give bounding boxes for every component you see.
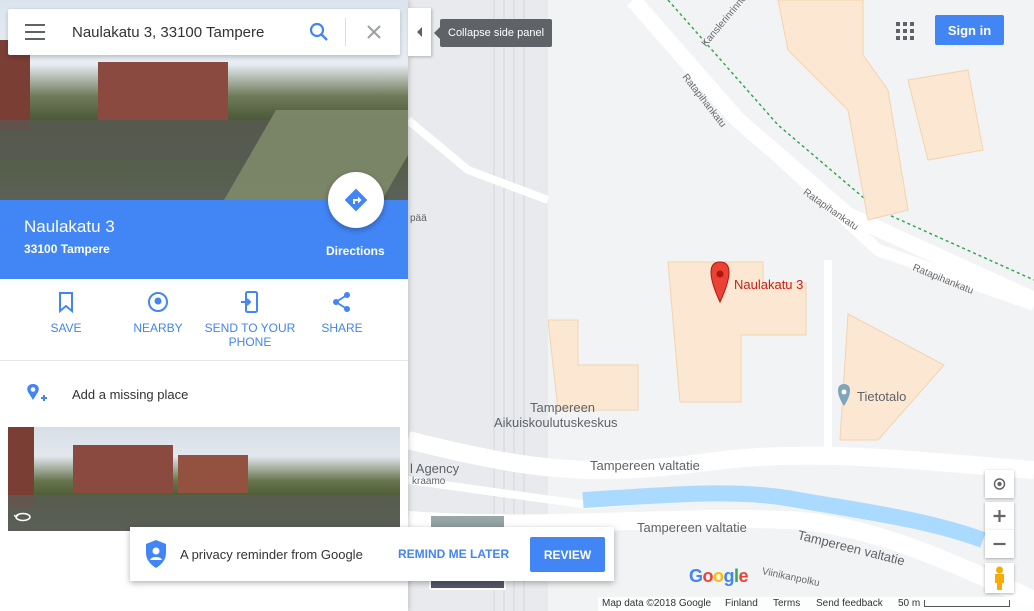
road-valtatie-1: Tampereen valtatie bbox=[590, 458, 700, 473]
send-to-phone-icon bbox=[241, 291, 258, 313]
maps-app: Naulakatu 3 Tietotalo Tampereen Aikuisko… bbox=[0, 0, 1034, 611]
send-to-phone-button[interactable]: SEND TO YOUR PHONE bbox=[204, 291, 296, 349]
add-missing-place-label: Add a missing place bbox=[72, 387, 189, 402]
scale-label[interactable]: 50 m bbox=[898, 598, 920, 609]
search-icon[interactable] bbox=[308, 21, 330, 43]
nearby-button[interactable]: NEARBY bbox=[112, 291, 204, 335]
google-logo: Google bbox=[689, 566, 749, 586]
privacy-reminder: A privacy reminder from Google REMIND ME… bbox=[130, 527, 614, 581]
review-button[interactable]: REVIEW bbox=[530, 537, 605, 572]
minus-icon bbox=[993, 542, 1006, 546]
save-button[interactable]: SAVE bbox=[20, 291, 112, 335]
search-box bbox=[8, 9, 400, 55]
plus-icon bbox=[993, 510, 1006, 522]
add-place-icon bbox=[27, 384, 47, 401]
remind-later-button[interactable]: REMIND ME LATER bbox=[392, 537, 515, 571]
share-icon bbox=[333, 292, 350, 312]
collapse-panel-button[interactable] bbox=[408, 8, 431, 56]
close-icon[interactable] bbox=[363, 21, 385, 43]
directions-label[interactable]: Directions bbox=[326, 244, 385, 258]
sign-in-button[interactable]: Sign in bbox=[935, 15, 1004, 45]
terms-link[interactable]: Terms bbox=[773, 598, 800, 609]
place-title: Naulakatu 3 bbox=[24, 217, 115, 236]
add-missing-place-row[interactable]: Add a missing place bbox=[0, 362, 408, 426]
apps-grid-icon[interactable] bbox=[895, 21, 915, 41]
place-subtitle: 33100 Tampere bbox=[24, 242, 110, 256]
save-label: SAVE bbox=[50, 321, 82, 335]
share-button[interactable]: SHARE bbox=[296, 291, 388, 335]
send-to-phone-label: SEND TO YOUR PHONE bbox=[204, 321, 296, 349]
poi-paa: pää bbox=[410, 213, 427, 224]
pegman-button[interactable] bbox=[985, 563, 1014, 593]
caret-left-icon bbox=[417, 27, 422, 37]
poi-agency-line2: kraamo bbox=[412, 476, 446, 487]
share-label: SHARE bbox=[321, 321, 363, 335]
directions-icon bbox=[344, 188, 368, 212]
bookmark-icon bbox=[59, 292, 73, 313]
rotate-360-icon bbox=[14, 512, 31, 522]
my-location-button[interactable] bbox=[985, 470, 1014, 498]
action-row: SAVE NEARBY SEND TO YOUR PHONE SHARE bbox=[0, 279, 408, 361]
menu-icon[interactable] bbox=[25, 24, 45, 40]
zoom-in-button[interactable] bbox=[985, 502, 1014, 530]
zoom-out-button[interactable] bbox=[985, 530, 1014, 558]
nearby-label: NEARBY bbox=[133, 321, 183, 335]
search-input[interactable] bbox=[72, 20, 302, 44]
map-data-credit: Map data ©2018 Google bbox=[602, 598, 712, 609]
collapse-tooltip: Collapse side panel bbox=[433, 19, 553, 47]
shield-icon bbox=[146, 540, 166, 568]
poi-school-line2[interactable]: Aikuiskoulutuskeskus bbox=[494, 415, 618, 430]
search-divider bbox=[345, 18, 346, 46]
place-header: Naulakatu 3 33100 Tampere Directions bbox=[0, 172, 408, 279]
side-panel: Naulakatu 3 33100 Tampere Directions SAV… bbox=[0, 0, 408, 611]
nearby-pin-icon bbox=[148, 292, 168, 312]
street-view-photo[interactable] bbox=[8, 427, 400, 531]
poi-tietotalo[interactable]: Tietotalo bbox=[857, 389, 906, 404]
pin-label[interactable]: Naulakatu 3 bbox=[734, 277, 803, 292]
send-feedback-link[interactable]: Send feedback bbox=[816, 598, 883, 609]
pegman-icon bbox=[995, 566, 1004, 590]
region-label[interactable]: Finland bbox=[725, 598, 758, 609]
road-valtatie-2: Tampereen valtatie bbox=[637, 520, 747, 535]
poi-school-line1[interactable]: Tampereen bbox=[530, 400, 595, 415]
scale-bar bbox=[924, 600, 1010, 607]
poi-agency-line1[interactable]: l Agency bbox=[410, 461, 459, 476]
privacy-text: A privacy reminder from Google bbox=[180, 547, 363, 562]
map-footer: Map data ©2018 Google Finland Terms Send… bbox=[598, 597, 1034, 611]
location-target-icon bbox=[993, 478, 1006, 490]
directions-button[interactable] bbox=[328, 172, 384, 228]
